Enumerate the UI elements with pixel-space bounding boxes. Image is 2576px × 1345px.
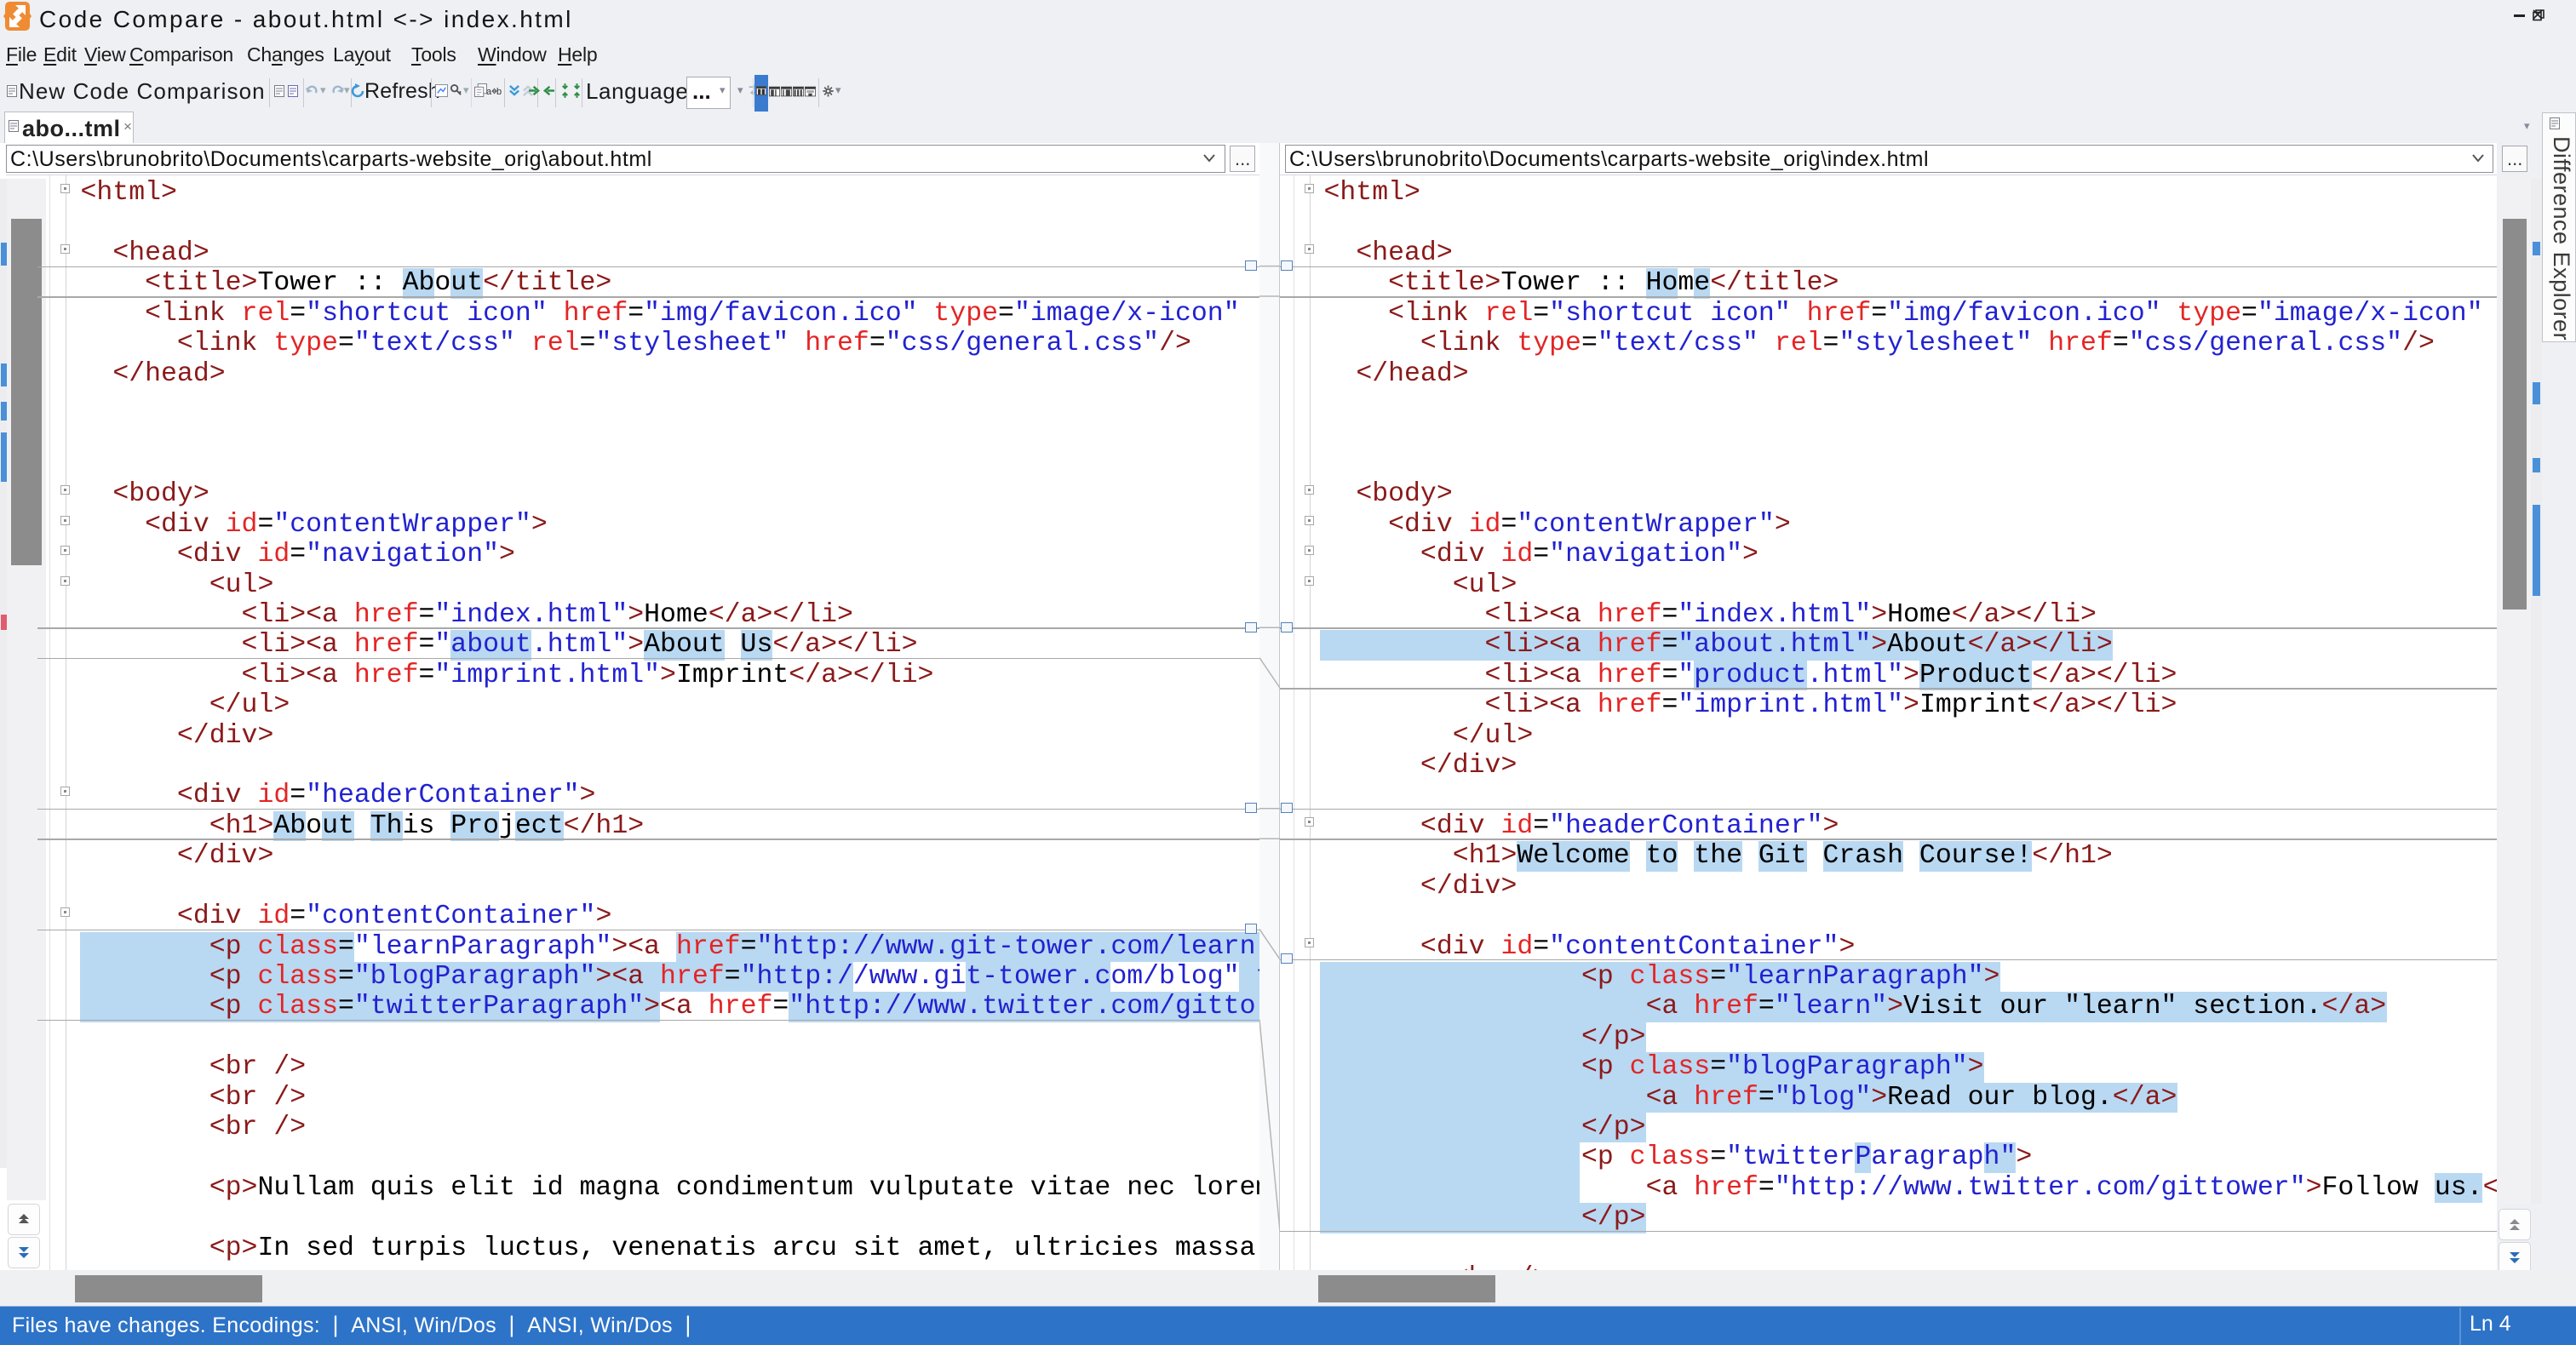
svg-text:b: b <box>496 87 502 96</box>
svg-text:a: a <box>486 87 492 96</box>
